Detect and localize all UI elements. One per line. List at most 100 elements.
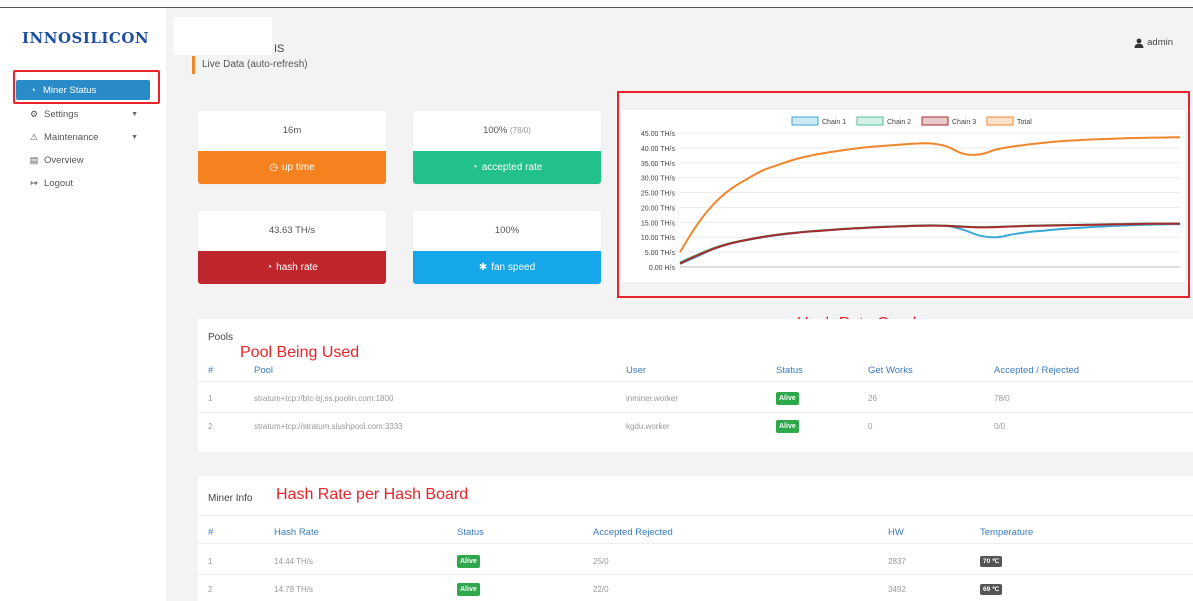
series-line-chain-1 xyxy=(679,223,1181,265)
sidebar-item-overview[interactable]: ▤ Overview xyxy=(16,150,150,170)
row-divider xyxy=(198,412,1193,413)
legend-swatch xyxy=(791,116,819,126)
hash-rate-chart-panel: 45.00 TH/s 40.00 TH/s 35.00 TH/s 30.00 TH/s… xyxy=(622,110,1185,282)
fan-speed-label-bar: ✱ fan speed xyxy=(413,251,601,284)
temperature-badge: 70 ℃ xyxy=(980,556,1003,567)
legend-swatch xyxy=(856,116,884,126)
sidebar-item-miner-status[interactable]: ◔ Miner Status xyxy=(16,80,150,100)
row-divider xyxy=(198,543,1193,544)
pool-row-2-accepted: 0/0 xyxy=(994,422,1006,431)
y-tick-label: 5.00 TH/s xyxy=(645,250,676,257)
sidebar-item-label: Miner Status xyxy=(43,84,97,96)
pools-title: Pools xyxy=(208,332,234,343)
miner-col-status: Status xyxy=(457,527,484,538)
y-tick-label: 20.00 TH/s xyxy=(641,205,676,212)
pool-row-1-url: stratum+tcp://btc-bj.ss.poolin.com:1800 xyxy=(254,394,394,403)
accepted-rate-card: 100% (78/0) ◔ accepted rate xyxy=(413,111,601,184)
status-badge: Alive xyxy=(776,420,799,433)
gears-icon: ⚙ xyxy=(29,108,39,119)
board-row-1-hw: 2837 xyxy=(888,557,906,566)
miner-col-accepted: Accepted Rejected xyxy=(593,527,673,538)
miner-col-hash-rate: Hash Rate xyxy=(274,527,319,538)
uptime-label: up time xyxy=(281,162,315,173)
legend-swatch xyxy=(986,116,1014,126)
status-badge: Alive xyxy=(457,555,480,568)
miner-col-hw: HW xyxy=(888,527,904,538)
dashboard-icon: ◔ xyxy=(471,162,478,173)
brand-logo: INNOSILICON xyxy=(22,29,150,47)
temperature-badge: 69 ℃ xyxy=(980,584,1003,595)
pool-row-2-index: 2 xyxy=(208,422,213,431)
hash-rate-label-bar: ◔ hash rate xyxy=(198,251,386,284)
sidebar-item-maintenance[interactable]: ⚠ Maintenance ▼ xyxy=(16,127,150,147)
y-tick-label: 25.00 TH/s xyxy=(641,191,676,198)
pool-row-2-url: stratum+tcp://stratum.slushpool.com:3333 xyxy=(254,422,403,431)
chevron-down-icon: ▼ xyxy=(131,110,138,118)
accepted-rate-label: accepted rate xyxy=(481,162,543,173)
miner-info-title: Miner Info xyxy=(208,493,253,504)
asterisk-icon: ✱ xyxy=(478,262,488,273)
pool-row-1-accepted: 78/0 xyxy=(994,394,1010,403)
dashboard-icon: ◔ xyxy=(30,85,36,95)
pools-col-index: # xyxy=(208,365,214,376)
board-row-2-accepted: 22/0 xyxy=(593,585,609,594)
user-icon xyxy=(1134,38,1144,48)
board-row-2-index: 2 xyxy=(208,585,213,594)
sidebar-item-label: Logout xyxy=(44,177,74,189)
uptime-value: 16m xyxy=(282,125,302,136)
fan-speed-label: fan speed xyxy=(491,262,536,273)
sidebar-item-logout[interactable]: ↦ Logout xyxy=(16,173,150,193)
status-badge: Alive xyxy=(776,392,799,405)
y-tick-label: 40.00 TH/s xyxy=(641,146,676,153)
plug-icon: ⚠ xyxy=(29,131,39,142)
series-line-total xyxy=(679,136,1181,253)
dashboard-icon: ◔ xyxy=(266,262,273,273)
pools-col-get-works: Get Works xyxy=(868,365,913,376)
user-menu[interactable]: admin xyxy=(1134,37,1173,48)
board-row-2-hw: 3492 xyxy=(888,585,906,594)
hash-rate-card: 43.63 TH/s ◔ hash rate xyxy=(198,211,386,284)
pool-row-1-get-works: 26 xyxy=(868,394,877,403)
sign-out-icon: ↦ xyxy=(30,177,38,188)
legend-label: Chain 3 xyxy=(952,119,976,126)
miner-col-temperature: Temperature xyxy=(980,527,1034,538)
board-row-2-hash-rate: 14.78 TH/s xyxy=(274,585,313,594)
series-line-chain-2 xyxy=(679,222,1180,264)
legend-label: Chain 1 xyxy=(822,119,846,126)
pools-col-user: User xyxy=(626,365,647,376)
pools-col-accepted: Accepted / Rejected xyxy=(994,365,1080,376)
page-subtitle: Live Data (auto-refresh) xyxy=(192,56,308,74)
legend-swatch xyxy=(921,116,949,126)
fan-speed-card: 100% ✱ fan speed xyxy=(413,211,601,284)
board-row-1-hash-rate: 14.44 TH/s xyxy=(274,557,313,566)
uptime-label-bar: ◷ up time xyxy=(198,151,386,184)
sidebar-item-label: Settings xyxy=(44,108,79,120)
y-tick-label: 10.00 TH/s xyxy=(641,235,676,242)
sidebar-item-label: Overview xyxy=(44,154,84,166)
miner-col-index: # xyxy=(208,527,214,538)
board-row-1-index: 1 xyxy=(208,557,213,566)
username: admin xyxy=(1147,37,1173,48)
sidebar-item-label: Maintenance xyxy=(44,131,99,143)
y-tick-label: 45.00 TH/s xyxy=(641,131,676,138)
pools-panel: Pools # Pool User Status Get Works Accep… xyxy=(198,319,1193,452)
board-row-1-accepted: 25/0 xyxy=(593,557,609,566)
legend-label: Chain 2 xyxy=(887,119,911,126)
sidebar-item-settings[interactable]: ⚙ Settings ▼ xyxy=(16,104,150,124)
annotation-hash-rate-per-board: Hash Rate per Hash Board xyxy=(276,486,469,503)
row-divider xyxy=(198,574,1193,575)
accepted-rate-value: 100% xyxy=(483,125,508,136)
series-line-chain-3 xyxy=(679,222,1180,265)
row-divider xyxy=(198,381,1193,382)
pool-row-2-user: kgdu.worker xyxy=(626,422,670,431)
pool-row-1-user: inminer.worker xyxy=(626,394,679,403)
pool-row-1-index: 1 xyxy=(208,394,213,403)
y-tick-label: 35.00 TH/s xyxy=(641,161,676,168)
annotation-pool-being-used: Pool Being Used xyxy=(240,344,360,361)
y-tick-label: 30.00 TH/s xyxy=(641,176,676,183)
row-divider xyxy=(198,515,1193,516)
accepted-rate-detail: (78/0) xyxy=(510,126,531,135)
accepted-rate-value-row: 100% (78/0) xyxy=(413,111,601,151)
uptime-card: 16m ◷ up time xyxy=(198,111,386,184)
accepted-rate-label-bar: ◔ accepted rate xyxy=(413,151,601,184)
